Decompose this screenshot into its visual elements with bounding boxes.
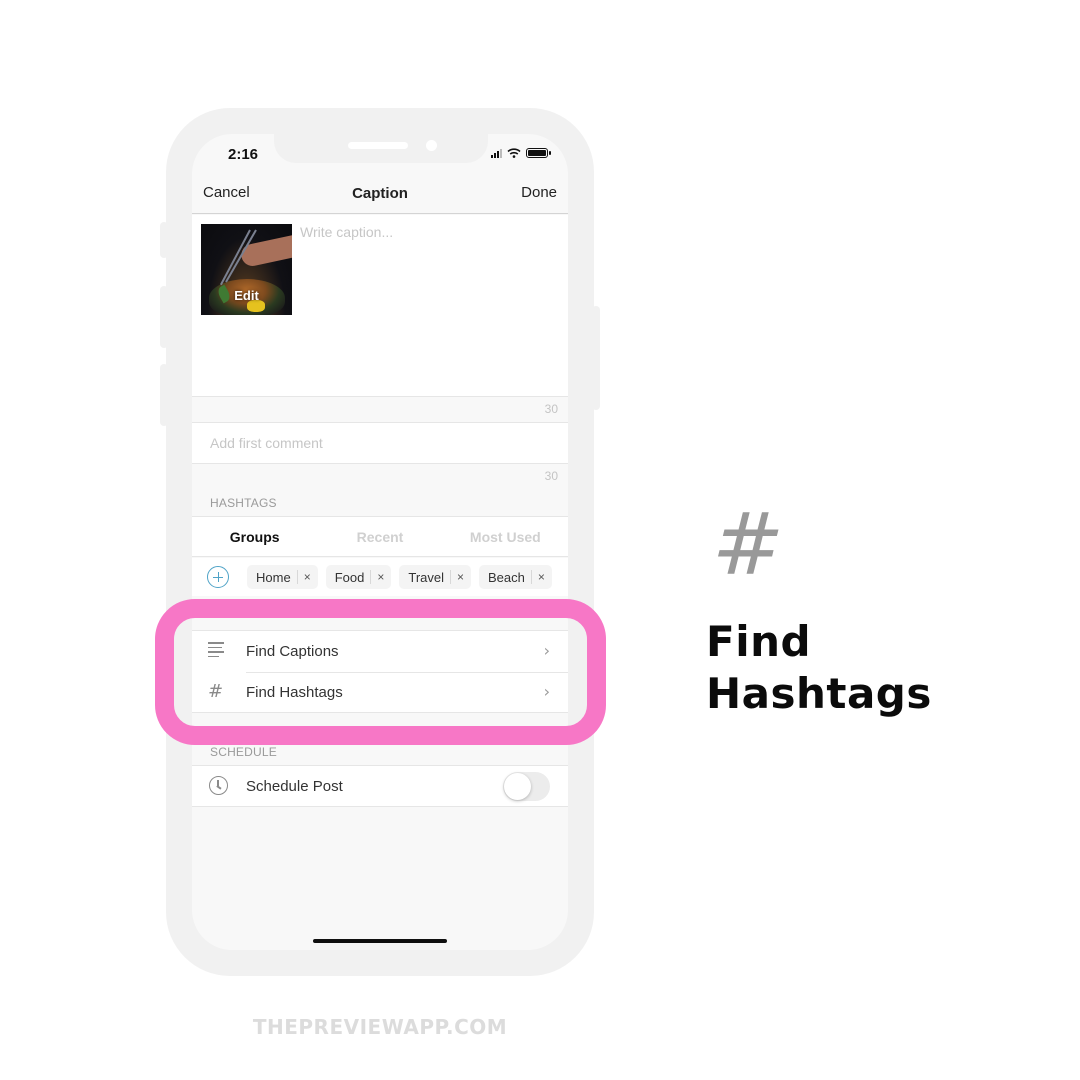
chevron-right-icon: › (543, 682, 550, 701)
home-indicator[interactable] (313, 939, 447, 943)
chip-divider (450, 570, 451, 584)
hashtags-section-label: HASHTAGS (210, 496, 277, 510)
navigation-bar: Cancel Caption Done (192, 174, 568, 214)
find-hashtags-label: Find Hashtags (246, 684, 343, 701)
headline-line-1: Find (706, 617, 812, 666)
status-time: 2:16 (228, 146, 259, 163)
hashtag-icon: # (208, 681, 224, 702)
schedule-section-label: SCHEDULE (210, 745, 277, 759)
edit-thumbnail-label[interactable]: Edit (201, 288, 292, 303)
schedule-post-label: Schedule Post (246, 778, 343, 795)
hashtag-groups-row: Home × Food × Travel × Beach × (192, 558, 568, 596)
post-thumbnail[interactable]: Edit (201, 224, 292, 315)
caption-input[interactable] (300, 224, 560, 240)
done-button[interactable]: Done (521, 184, 557, 201)
status-icons (491, 148, 551, 158)
chevron-right-icon: › (543, 641, 550, 660)
feature-headline: Find Hashtags (706, 616, 932, 720)
comment-character-counter: 30 (544, 469, 558, 483)
hashtag-group-chip[interactable]: Beach × (479, 565, 552, 589)
remove-icon[interactable]: × (538, 570, 545, 584)
wifi-icon (507, 148, 521, 158)
schedule-post-row: Schedule Post (192, 765, 568, 807)
find-hashtags-item[interactable]: # Find Hashtags › (192, 672, 568, 713)
chip-label: Food (334, 569, 365, 585)
chip-divider (370, 570, 372, 584)
headline-line-2: Hashtags (706, 669, 932, 718)
remove-icon[interactable]: × (377, 570, 384, 584)
remove-icon[interactable]: × (304, 570, 311, 584)
notch (274, 134, 488, 163)
front-camera (426, 140, 437, 151)
battery-icon (526, 148, 551, 158)
hashtag-group-chip[interactable]: Food × (325, 565, 392, 589)
chip-divider (296, 570, 298, 584)
chip-label: Home (256, 569, 291, 585)
hashtag-tabs: Groups Recent Most Used (192, 516, 568, 557)
find-menu-list: Find Captions › # Find Hashtags › (192, 630, 568, 713)
caption-section: Edit (192, 215, 568, 397)
find-captions-label: Find Captions (246, 643, 339, 660)
tab-groups[interactable]: Groups (192, 517, 317, 556)
text-lines-icon (208, 642, 226, 660)
remove-icon[interactable]: × (457, 570, 464, 584)
toggle-knob (504, 773, 531, 800)
chip-label: Travel (408, 569, 444, 585)
phone-screen: 2:16 Cancel Caption Done Edit 30 30 (192, 134, 568, 950)
chip-divider (530, 570, 532, 584)
first-comment-input[interactable] (210, 435, 550, 451)
tab-most-used[interactable]: Most Used (443, 517, 568, 556)
caption-character-counter: 30 (544, 402, 558, 416)
tab-recent[interactable]: Recent (317, 517, 442, 556)
hand-image (239, 234, 292, 268)
hashtag-group-chip[interactable]: Home × (247, 565, 318, 589)
cancel-button[interactable]: Cancel (203, 184, 250, 201)
brand-watermark: THEPREVIEWAPP.COM (252, 1015, 508, 1039)
cellular-signal-icon (491, 148, 502, 158)
schedule-post-toggle[interactable] (503, 772, 550, 801)
chip-label: Beach (488, 569, 525, 585)
hashtag-group-chip[interactable]: Travel × (399, 565, 472, 589)
find-captions-item[interactable]: Find Captions › (192, 631, 568, 672)
add-circle-icon[interactable] (207, 566, 229, 588)
hashtag-icon: # (712, 495, 785, 595)
clock-icon (209, 776, 228, 795)
first-comment-row (192, 422, 568, 464)
speaker-grille (348, 142, 408, 149)
